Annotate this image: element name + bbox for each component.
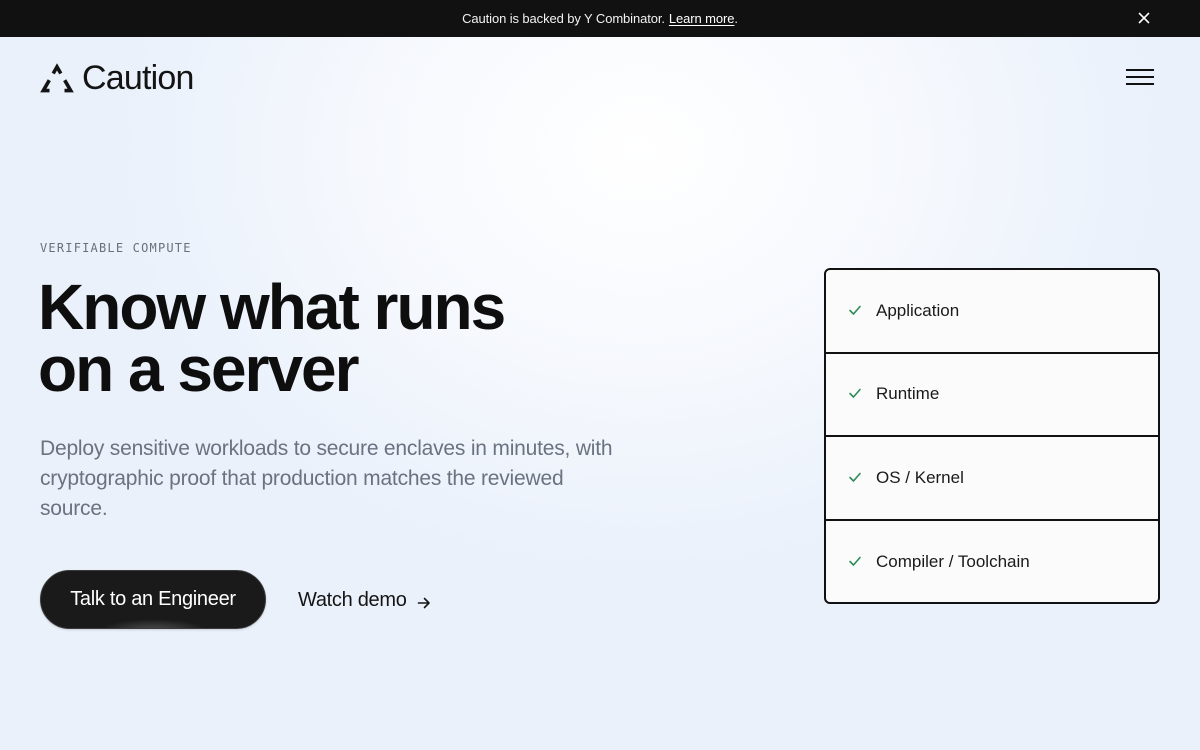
menu-bar-top [1126, 69, 1154, 71]
announcement-suffix: . [734, 11, 738, 26]
stack-item-label: OS / Kernel [876, 467, 964, 487]
stack-item-label: Application [876, 300, 960, 320]
watch-demo-label: Watch demo [298, 588, 407, 611]
arrow-right-icon [417, 593, 431, 609]
check-icon [848, 302, 862, 316]
hero-headline: Know what runs on a server [38, 271, 506, 405]
headline-line-1: Know what runs [38, 271, 506, 343]
menu-bar-middle [1126, 76, 1154, 78]
announcement-bar: Caution is backed by Y Combinator. Learn… [0, 0, 1200, 37]
watch-demo-link[interactable]: Watch demo [298, 585, 431, 615]
learn-more-link[interactable]: Learn more [669, 11, 735, 26]
check-icon [848, 469, 862, 483]
brand-logo[interactable]: Caution [40, 58, 194, 98]
stack-item-label: Runtime [876, 384, 940, 404]
hero-eyebrow: VERIFIABLE COMPUTE [40, 241, 192, 255]
hamburger-menu-icon[interactable] [1124, 64, 1156, 90]
stack-item-label: Compiler / Toolchain [876, 552, 1030, 572]
stack-item-runtime: Runtime [826, 354, 1158, 437]
menu-bar-bottom [1126, 83, 1154, 85]
headline-line-2: on a server [38, 333, 360, 405]
stack-item-os-kernel: OS / Kernel [826, 437, 1158, 521]
stack-item-compiler-toolchain: Compiler / Toolchain [826, 521, 1158, 603]
close-icon[interactable] [1136, 10, 1152, 26]
verified-stack-card: Application Runtime OS / Kernel Compiler… [824, 268, 1160, 604]
announcement-text: Caution is backed by Y Combinator. [462, 11, 665, 26]
brand-name: Caution [82, 58, 194, 97]
check-icon [848, 553, 862, 567]
stack-item-application: Application [826, 270, 1158, 354]
triangle-logo-icon [40, 62, 74, 94]
hero-subhead: Deploy sensitive workloads to secure enc… [40, 437, 613, 520]
talk-to-engineer-button[interactable]: Talk to an Engineer [40, 570, 266, 629]
talk-to-engineer-label: Talk to an Engineer [70, 588, 236, 610]
check-icon [848, 385, 862, 399]
